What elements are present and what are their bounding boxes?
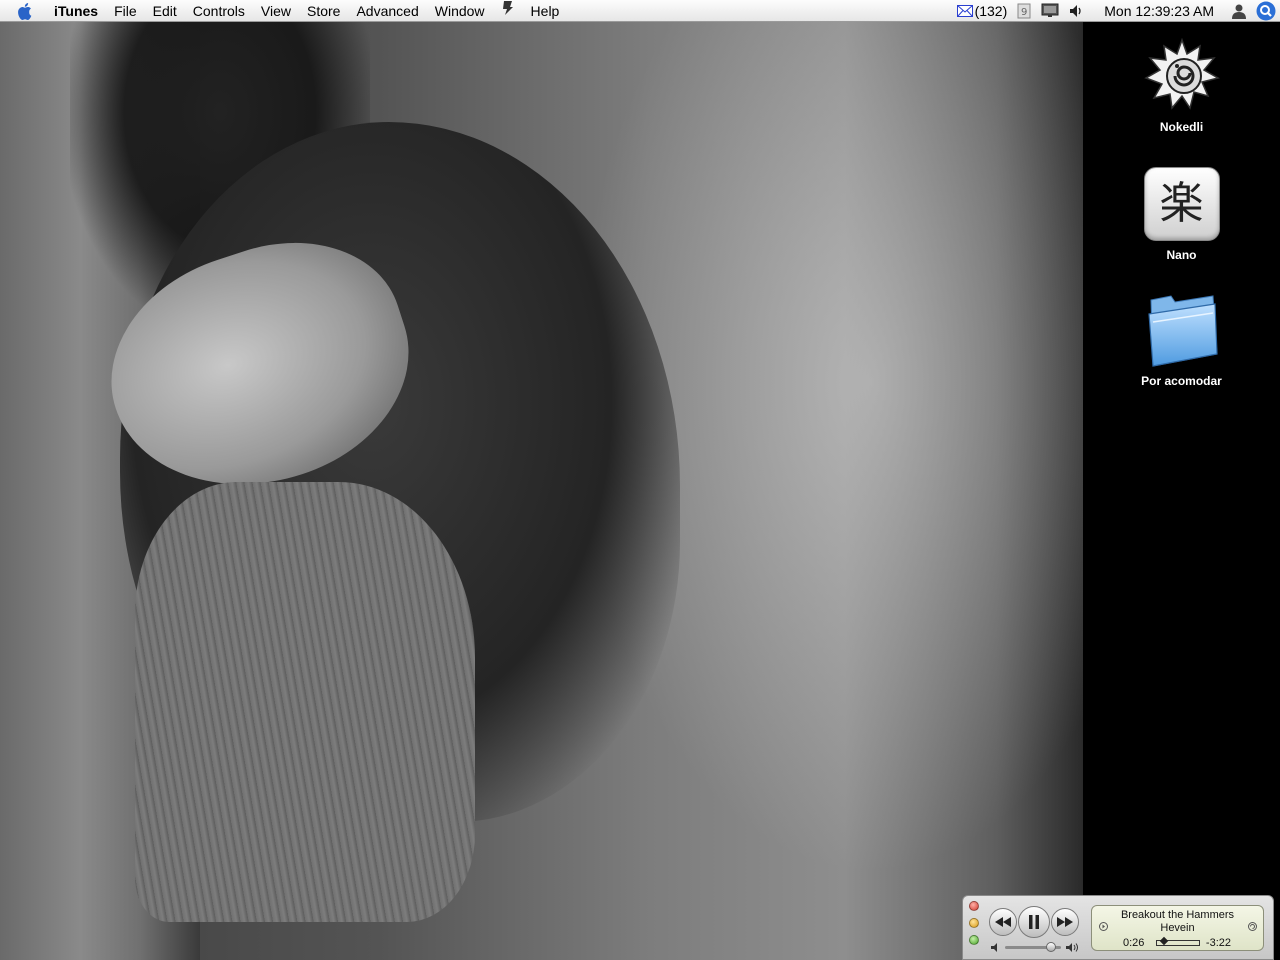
next-track-button[interactable] — [1051, 908, 1079, 936]
fast-forward-icon — [1057, 917, 1073, 927]
menu-edit[interactable]: Edit — [145, 0, 185, 22]
elapsed-time: 0:26 — [1123, 937, 1145, 949]
progress-row: 0:26 -3:22 — [1092, 936, 1265, 950]
desktop-icon-label: Nokedli — [1159, 120, 1204, 134]
script-status-icon[interactable]: 9 — [1012, 0, 1036, 22]
volume-icon[interactable] — [1064, 0, 1090, 22]
menu-app-name[interactable]: iTunes — [46, 0, 106, 22]
track-title: Breakout the Hammers — [1120, 909, 1235, 921]
desktop-icon-nokedli[interactable]: Nokedli — [1063, 36, 1280, 134]
zoom-button[interactable] — [969, 935, 979, 945]
nano-glyph: 楽 — [1143, 167, 1220, 241]
minimize-button[interactable] — [969, 918, 979, 928]
volume-slider-knob[interactable] — [1046, 942, 1057, 952]
menu-bar: iTunes File Edit Controls View Store Adv… — [0, 0, 1280, 22]
mail-status[interactable]: (132) — [952, 0, 1013, 22]
progress-playhead[interactable] — [1160, 936, 1169, 946]
menu-view[interactable]: View — [253, 0, 299, 22]
spotlight-search-icon[interactable] — [1252, 0, 1280, 22]
script-menu-icon[interactable] — [493, 0, 523, 22]
desktop-icon-column: Nokedli 楽 Nano Por acomodar — [1083, 22, 1280, 960]
display-toggle-icon[interactable] — [1099, 922, 1108, 934]
progress-bar[interactable] — [1156, 936, 1200, 946]
volume-high-icon — [1066, 940, 1080, 958]
nokedli-app-icon — [1142, 36, 1222, 116]
rewind-icon — [995, 917, 1011, 927]
track-artist: Hevein — [1160, 922, 1195, 934]
snapback-icon[interactable] — [1248, 922, 1257, 934]
previous-track-button[interactable] — [989, 908, 1017, 936]
menu-extras: (132) 9 Mon 12:39:23 AM — [952, 0, 1280, 22]
menu-advanced[interactable]: Advanced — [348, 0, 426, 22]
desktop-icon-nano[interactable]: 楽 Nano — [1063, 164, 1280, 262]
itunes-mini-player: Breakout the Hammers Hevein 0:26 -3:22 — [962, 895, 1274, 960]
desktop-wallpaper — [0, 22, 1083, 960]
display-icon[interactable] — [1036, 0, 1064, 22]
close-button[interactable] — [969, 901, 979, 911]
nano-app-icon: 楽 — [1142, 164, 1222, 244]
menubar-clock[interactable]: Mon 12:39:23 AM — [1090, 3, 1226, 19]
pause-icon — [1029, 915, 1039, 929]
mail-envelope-icon — [956, 4, 973, 17]
menu-store[interactable]: Store — [299, 0, 348, 22]
menu-help[interactable]: Help — [523, 0, 568, 22]
wallpaper-sweater — [135, 482, 475, 922]
menu-file[interactable]: File — [106, 0, 145, 22]
svg-text:9: 9 — [1021, 7, 1027, 18]
play-pause-button[interactable] — [1018, 906, 1050, 938]
menu-controls[interactable]: Controls — [185, 0, 253, 22]
folder-icon — [1142, 290, 1222, 370]
menu-window[interactable]: Window — [427, 0, 493, 22]
user-account-icon[interactable] — [1226, 0, 1252, 22]
desktop-icon-por-acomodar[interactable]: Por acomodar — [1063, 290, 1280, 388]
desktop-icon-label: Por acomodar — [1141, 374, 1222, 388]
mail-unread-count: (132) — [974, 2, 1008, 19]
now-playing-display: Breakout the Hammers Hevein 0:26 -3:22 — [1091, 905, 1264, 951]
remaining-time: -3:22 — [1205, 937, 1231, 949]
desktop-icon-label: Nano — [1166, 248, 1197, 262]
apple-menu-icon[interactable] — [14, 2, 38, 20]
volume-low-icon — [991, 940, 1002, 958]
